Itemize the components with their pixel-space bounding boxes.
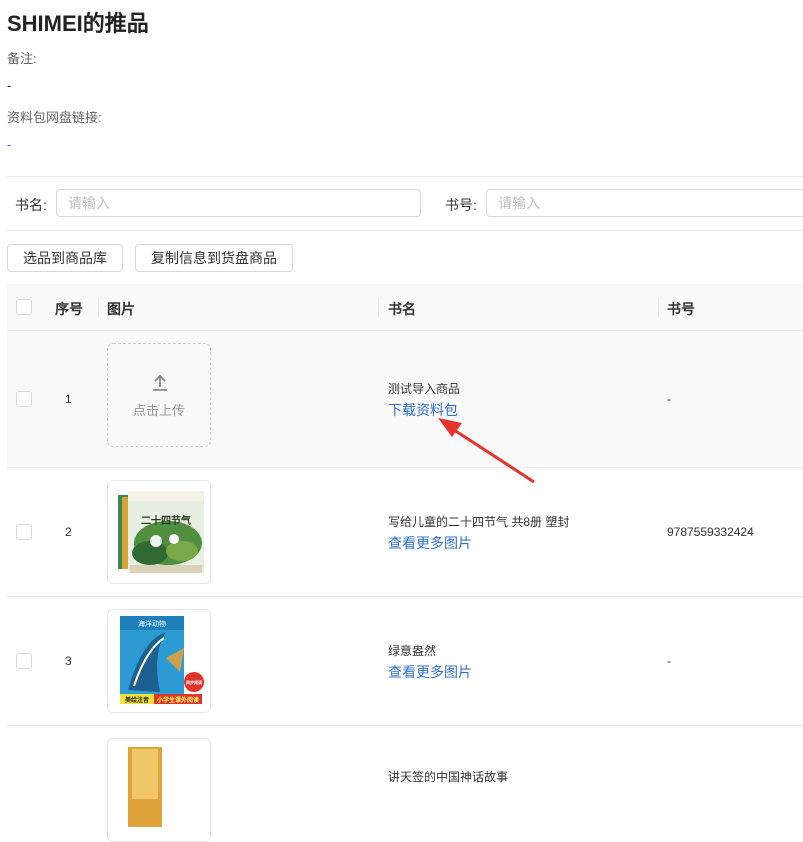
copy-to-goods-button[interactable]: 复制信息到货盘商品 (135, 244, 293, 272)
table-row: 讲天签的中国神话故事 (7, 726, 803, 842)
row-book-no: - (667, 654, 671, 668)
note-value: - (7, 78, 12, 93)
row-index: 1 (65, 392, 72, 406)
upload-icon (153, 374, 167, 391)
table-row: 1 点击上传 测试导入商品 下载资料包 - (7, 331, 803, 468)
row-checkbox[interactable] (16, 524, 32, 540)
cover-badge-text: 小学生课外阅读 (156, 696, 199, 704)
header-book-name: 书名 (388, 301, 416, 317)
cover-badge-text: 美绘注音 (124, 696, 149, 704)
table-row: 3 海洋动物 美绘注音 小学生课外阅读 同步阅读 绿意盎然 查看更多图片 - (7, 597, 803, 726)
row-book-no: - (667, 392, 671, 406)
header-index: 序号 (55, 301, 83, 317)
book-name-input[interactable] (56, 189, 421, 217)
cover-ocean: 海洋动物 美绘注音 小学生课外阅读 同步阅读 (108, 610, 210, 712)
view-more-images-link[interactable]: 查看更多图片 (388, 662, 472, 682)
book-cover-image[interactable]: 二十四节气 (107, 480, 211, 584)
row-index: 2 (65, 525, 72, 539)
table-row: 2 二十四节气 写给儿童的二十四节气 共8册 塑封 查看更多图片 9787559… (7, 468, 803, 597)
pan-link-label: 资料包网盘链接: (7, 110, 102, 125)
filter-divider-bottom (7, 230, 803, 231)
cover-banner-text: 海洋动物 (138, 619, 166, 628)
col-separator (98, 297, 99, 317)
cover-banner-text: 二十四节气 (141, 514, 191, 527)
select-to-library-button[interactable]: 选品到商品库 (7, 244, 123, 272)
row-checkbox[interactable] (16, 391, 32, 407)
row-checkbox[interactable] (16, 653, 32, 669)
note-label: 备注: (7, 51, 37, 66)
filter-divider-top (7, 176, 803, 177)
col-separator (658, 297, 659, 317)
row-book-name: 绿意盎然 (388, 644, 437, 658)
book-name-label: 书名: (15, 197, 47, 213)
row-book-name: 讲天签的中国神话故事 (388, 770, 509, 784)
row-book-name: 测试导入商品 (388, 382, 461, 396)
col-separator (378, 297, 379, 317)
view-more-images-link[interactable]: 查看更多图片 (388, 533, 472, 553)
book-cover-image[interactable]: 海洋动物 美绘注音 小学生课外阅读 同步阅读 (107, 609, 211, 713)
row-book-no: 9787559332424 (667, 525, 754, 539)
pan-link-value[interactable]: - (7, 137, 11, 152)
book-cover-image[interactable] (107, 738, 211, 842)
row-book-name: 写给儿童的二十四节气 共8册 塑封 (388, 515, 570, 529)
cover-myths (108, 739, 210, 841)
row-index: 3 (65, 654, 72, 668)
book-no-label: 书号: (445, 197, 477, 213)
cover-badge-text: 同步阅读 (186, 679, 202, 685)
upload-text: 点击上传 (132, 403, 185, 418)
header-image: 图片 (107, 301, 135, 317)
book-no-input[interactable] (486, 189, 803, 217)
upload-box[interactable]: 点击上传 (107, 343, 211, 447)
page-title: SHIMEI的推品 (7, 11, 149, 36)
table-header: 序号 图片 书名 书号 (7, 284, 803, 331)
select-all-checkbox[interactable] (16, 299, 32, 315)
header-book-no: 书号 (667, 301, 695, 317)
download-package-link[interactable]: 下载资料包 (388, 400, 458, 420)
cover-solar-terms: 二十四节气 (108, 481, 210, 583)
